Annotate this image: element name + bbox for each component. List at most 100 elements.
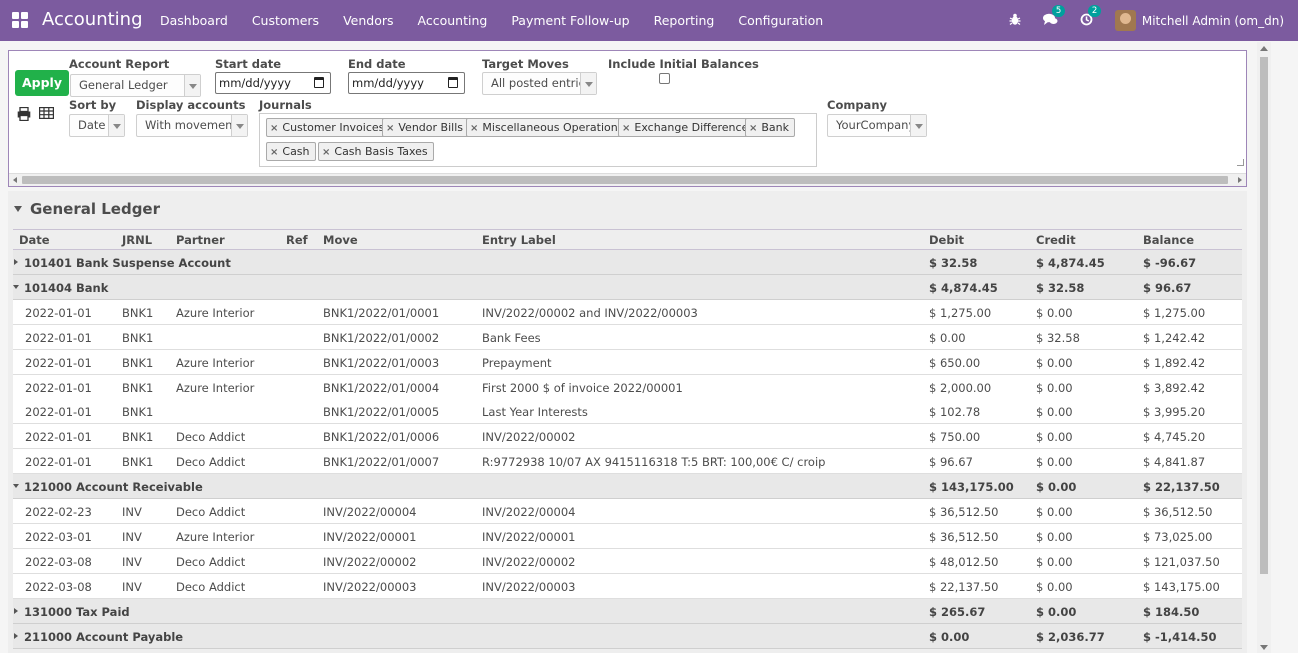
journal-tag[interactable]: × Exchange Difference bbox=[618, 118, 755, 137]
account-row[interactable]: 121000 Account Receivable $ 143,175.00 $ 0… bbox=[13, 474, 1242, 500]
scroll-left-icon[interactable] bbox=[13, 177, 17, 183]
include-initial-balances-checkbox[interactable] bbox=[659, 73, 670, 84]
account-row[interactable]: 101404 Bank $ 4,874.45 $ 32.58 $ 96.67 bbox=[13, 274, 1242, 300]
account-report-select[interactable]: General Ledger bbox=[70, 74, 201, 97]
vertical-scroll-thumb[interactable] bbox=[1260, 57, 1268, 574]
menu-dashboard[interactable]: Dashboard bbox=[148, 0, 240, 41]
cell-entry-label: INV/2022/00004 bbox=[482, 505, 576, 519]
cell-debit: $ 48,012.50 bbox=[929, 554, 999, 569]
table-row[interactable]: 2022-01-01 BNK1 Azure Interior BNK1/2022/01… bbox=[13, 374, 1242, 400]
scroll-down-icon[interactable] bbox=[1260, 645, 1268, 650]
col-balance: Balance bbox=[1143, 233, 1195, 247]
table-row[interactable]: 2022-01-01 BNK1 BNK1/2022/01/0002 Bank Fees… bbox=[13, 324, 1242, 350]
table-row[interactable]: 2022-01-01 BNK1 Azure Interior BNK1/2022/01… bbox=[13, 349, 1242, 375]
collapse-caret-icon[interactable] bbox=[14, 206, 22, 212]
account-row[interactable]: 101401 Bank Suspense Account $ 32.58 $ 4,8… bbox=[13, 250, 1242, 275]
sort-by-select[interactable]: Date bbox=[69, 114, 125, 137]
user-avatar[interactable] bbox=[1114, 10, 1136, 31]
export-xlsx-icon[interactable] bbox=[39, 107, 55, 120]
systray: 5 2 Mitchell Admin (om_dn) bbox=[1007, 0, 1284, 41]
table-row[interactable]: 2022-03-01 INV Azure Interior INV/2022/0000… bbox=[13, 523, 1242, 549]
start-date-value: mm/dd/yyyy bbox=[219, 76, 291, 90]
remove-tag-icon[interactable]: × bbox=[270, 120, 278, 137]
menu-customers[interactable]: Customers bbox=[240, 0, 331, 41]
cell-date: 2022-01-01 bbox=[25, 330, 92, 345]
caret-right-icon[interactable] bbox=[14, 607, 18, 614]
cell-balance: $ 36,512.50 bbox=[1143, 505, 1213, 519]
table-row[interactable]: 2022-03-08 INV Deco Addict INV/2022/00003 IN… bbox=[13, 573, 1242, 599]
remove-tag-icon[interactable]: × bbox=[470, 120, 478, 137]
messages-icon[interactable]: 5 bbox=[1043, 4, 1066, 29]
journal-tag[interactable]: × Cash Basis Taxes bbox=[318, 142, 434, 161]
journal-tag[interactable]: × Vendor Bills bbox=[382, 118, 469, 137]
calendar-icon[interactable] bbox=[314, 77, 324, 88]
journal-tag[interactable]: × Customer Invoices bbox=[266, 118, 391, 137]
horizontal-scroll-thumb[interactable] bbox=[22, 176, 1228, 184]
cell-date: 2022-03-01 bbox=[25, 529, 92, 544]
account-row[interactable]: 211000 Account Payable $ 0.00 $ 2,036.77 $ … bbox=[13, 623, 1242, 649]
sort-by-value: Date bbox=[78, 118, 106, 132]
menu-payment-follow-up[interactable]: Payment Follow-up bbox=[499, 0, 641, 41]
caret-down-icon[interactable] bbox=[13, 484, 19, 489]
apps-menu-icon[interactable] bbox=[12, 12, 28, 28]
remove-tag-icon[interactable]: × bbox=[270, 144, 278, 161]
journal-tag[interactable]: × Bank bbox=[745, 118, 796, 137]
company-select[interactable]: YourCompany bbox=[827, 114, 927, 137]
col-date: Date bbox=[19, 233, 50, 247]
journals-label: Journals bbox=[259, 98, 312, 112]
col-jrnl: JRNL bbox=[122, 233, 153, 247]
target-moves-select[interactable]: All posted entries bbox=[482, 72, 597, 95]
calendar-icon[interactable] bbox=[448, 77, 458, 88]
menu-configuration[interactable]: Configuration bbox=[726, 0, 835, 41]
table-row[interactable]: 2022-03-08 INV Deco Addict INV/2022/00002 IN… bbox=[13, 548, 1242, 574]
cell-credit: $ 0.00 bbox=[1036, 430, 1073, 445]
display-accounts-select[interactable]: With movements bbox=[136, 114, 248, 137]
table-row[interactable]: 2022-01-01 BNK1 Deco Addict BNK1/2022/01/00… bbox=[13, 449, 1242, 475]
cell-jrnl: BNK1 bbox=[122, 330, 154, 345]
report-title[interactable]: General Ledger bbox=[30, 200, 160, 218]
vertical-scrollbar[interactable] bbox=[1257, 42, 1271, 654]
table-row[interactable]: 2022-01-01 BNK1 Deco Addict BNK1/2022/01/00… bbox=[13, 424, 1242, 450]
caret-right-icon[interactable] bbox=[14, 632, 18, 639]
remove-tag-icon[interactable]: × bbox=[386, 120, 394, 137]
journals-multiselect[interactable]: × Customer Invoices × Vendor Bills × Miscel… bbox=[259, 113, 817, 167]
remove-tag-icon[interactable]: × bbox=[322, 144, 330, 161]
table-row[interactable]: 2022-01-01 BNK1 Azure Interior BNK1/2022/01… bbox=[13, 299, 1242, 325]
caret-right-icon[interactable] bbox=[14, 259, 18, 265]
menu-vendors[interactable]: Vendors bbox=[331, 0, 405, 41]
debug-bug-icon[interactable] bbox=[1007, 13, 1023, 29]
journal-tag[interactable]: × Cash bbox=[266, 142, 316, 161]
table-row[interactable]: 2022-02-23 INV Deco Addict INV/2022/00004 IN… bbox=[13, 499, 1242, 524]
scroll-up-icon[interactable] bbox=[1260, 46, 1268, 51]
menu-reporting[interactable]: Reporting bbox=[642, 0, 727, 41]
start-date-input[interactable]: mm/dd/yyyy bbox=[215, 72, 331, 94]
user-menu[interactable]: Mitchell Admin (om_dn) bbox=[1142, 14, 1284, 28]
chevron-down-icon bbox=[108, 115, 124, 136]
print-icon[interactable] bbox=[17, 106, 31, 122]
end-date-input[interactable]: mm/dd/yyyy bbox=[348, 72, 465, 94]
account-row[interactable]: 131000 Tax Paid $ 265.67 $ 0.00 $ 184.50 bbox=[13, 598, 1242, 624]
scroll-right-icon[interactable] bbox=[1238, 177, 1242, 183]
app-title[interactable]: Accounting bbox=[42, 9, 143, 30]
cell-date: 2022-01-01 bbox=[25, 405, 92, 420]
cell-credit: $ 0.00 bbox=[1036, 455, 1073, 470]
table-row[interactable]: 2022-01-01 BNK1 BNK1/2022/01/0005 Last Year… bbox=[13, 399, 1242, 425]
resize-grip-icon[interactable] bbox=[1237, 159, 1244, 166]
caret-down-icon[interactable] bbox=[13, 284, 19, 289]
horizontal-scrollbar[interactable] bbox=[9, 173, 1246, 186]
journal-tag[interactable]: × Miscellaneous Operations bbox=[466, 118, 630, 137]
cell-entry-label: INV/2022/00002 bbox=[482, 430, 576, 445]
remove-tag-icon[interactable]: × bbox=[622, 120, 630, 137]
general-ledger-report: General Ledger Date JRNL Partner Ref Mov… bbox=[8, 191, 1247, 653]
cell-jrnl: INV bbox=[122, 554, 142, 569]
cell-debit: $ 0.00 bbox=[929, 629, 970, 644]
remove-tag-icon[interactable]: × bbox=[749, 120, 757, 137]
menu-accounting[interactable]: Accounting bbox=[406, 0, 500, 41]
cell-balance: $ 73,025.00 bbox=[1143, 529, 1213, 544]
cell-jrnl: INV bbox=[122, 505, 142, 519]
cell-entry-label: Last Year Interests bbox=[482, 405, 588, 420]
apply-button[interactable]: Apply bbox=[15, 70, 69, 96]
activities-clock-icon[interactable]: 2 bbox=[1079, 4, 1102, 29]
cell-credit: $ 32.58 bbox=[1036, 330, 1080, 345]
target-moves-label: Target Moves bbox=[482, 57, 569, 71]
